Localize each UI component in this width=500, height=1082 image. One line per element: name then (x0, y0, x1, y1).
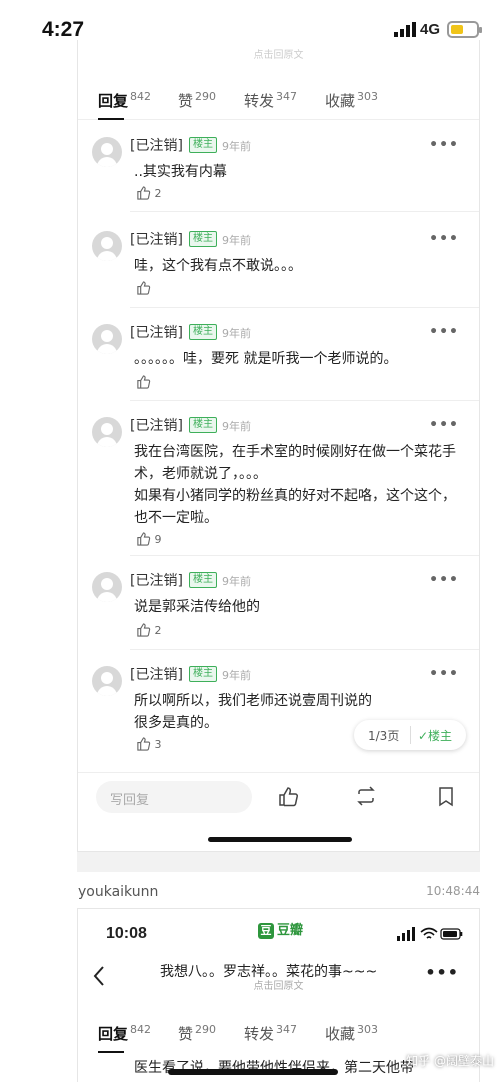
op-only-filter[interactable]: ✓楼主 (418, 727, 452, 744)
bottom-action-bar: 写回复 (78, 772, 479, 824)
comment-time: 9年前 (222, 575, 251, 588)
bookmark-icon[interactable] (435, 785, 457, 807)
tab-replies[interactable]: 回复 842 (98, 90, 151, 120)
thumbs-up-icon (137, 532, 151, 546)
comment-time: 9年前 (222, 669, 251, 682)
page-navigator: 1/3页 ✓楼主 (354, 720, 466, 750)
back-to-original-link[interactable]: 点击回原文 (78, 977, 479, 992)
comment-text: ..其实我有内幕 (134, 164, 227, 180)
like-count: 2 (154, 187, 162, 200)
more-options-icon[interactable]: ••• (429, 137, 459, 153)
post-tabs: 回复 842 赞 290 转发 347 收藏 303 (78, 80, 479, 120)
like-count: 9 (154, 533, 162, 546)
op-badge: 楼主 (189, 324, 217, 340)
like-button[interactable]: 9 (136, 531, 162, 546)
like-button[interactable]: 2 (136, 622, 162, 637)
tab-favorites[interactable]: 收藏 303 (325, 1023, 378, 1044)
more-options-icon[interactable]: ••• (429, 231, 459, 247)
douban-icon: 豆 (258, 923, 274, 939)
home-indicator (208, 837, 352, 842)
more-options-icon[interactable]: ••• (425, 963, 459, 982)
comment-time: 9年前 (222, 420, 251, 433)
tab-reposts[interactable]: 转发 347 (244, 90, 297, 111)
page-indicator[interactable]: 1/3页 (368, 727, 399, 744)
like-button[interactable] (136, 374, 151, 389)
like-button[interactable]: 3 (136, 736, 162, 751)
comment-text: 说是郭采洁传给他的 (134, 599, 260, 615)
thumbs-up-icon (137, 186, 151, 200)
more-options-icon[interactable]: ••• (429, 572, 459, 588)
op-badge: 楼主 (189, 417, 217, 433)
avatar[interactable] (92, 231, 122, 261)
avatar[interactable] (92, 137, 122, 167)
more-options-icon[interactable]: ••• (429, 417, 459, 433)
comment-text: 所以啊所以，我们老师还说壹周刊说的很多是真的。 (134, 693, 372, 731)
app-logo: 豆豆瓣 (258, 919, 303, 939)
comment-text: 。。。。。。哇，要死 就是听我一个老师说的。 (134, 351, 398, 367)
second-post-username[interactable]: youkaikunn (78, 884, 158, 900)
status-time: 10:08 (106, 925, 147, 942)
like-button[interactable] (136, 280, 151, 295)
post-tabs: 回复 842 赞 290 转发 347 收藏 303 (78, 1013, 479, 1053)
op-badge: 楼主 (189, 666, 217, 682)
comment-time: 9年前 (222, 140, 251, 153)
comment-author[interactable]: [已注销] (130, 664, 183, 684)
avatar[interactable] (92, 324, 122, 354)
watermark: 知乎 @阔壁泰山 (406, 1054, 494, 1068)
avatar[interactable] (92, 666, 122, 696)
comment-time: 9年前 (222, 234, 251, 247)
status-icons (397, 927, 463, 941)
op-badge: 楼主 (189, 572, 217, 588)
thumbs-up-icon (137, 623, 151, 637)
comment-author[interactable]: [已注销] (130, 229, 183, 249)
tab-favorites[interactable]: 收藏 303 (325, 90, 378, 111)
comment-text: 我在台湾医院，在手术室的时候刚好在做一个菜花手术，老师就说了，。。。 如果有小猪… (134, 444, 456, 526)
comment-author[interactable]: [已注销] (130, 135, 183, 155)
comment-text: 哇，这个我有点不敢说。。。 (134, 258, 302, 274)
like-icon[interactable] (277, 785, 299, 807)
thumbs-up-icon (137, 737, 151, 751)
reply-input[interactable]: 写回复 (96, 781, 252, 813)
comment-time: 9年前 (222, 327, 251, 340)
thumbs-up-icon (137, 281, 151, 295)
status-time: 4:27 (42, 18, 85, 41)
avatar[interactable] (92, 417, 122, 447)
second-post-timestamp: 10:48:44 (426, 884, 480, 898)
comment-author[interactable]: [已注销] (130, 415, 183, 435)
tab-reposts[interactable]: 转发 347 (244, 1023, 297, 1044)
like-count: 3 (154, 738, 162, 751)
battery-icon (447, 21, 482, 38)
more-options-icon[interactable]: ••• (429, 666, 459, 682)
comment-author[interactable]: [已注销] (130, 322, 183, 342)
op-badge: 楼主 (189, 137, 217, 153)
app-name: 豆瓣 (277, 923, 304, 938)
repost-icon[interactable] (355, 785, 377, 807)
thumbs-up-icon (137, 375, 151, 389)
tab-likes[interactable]: 赞 290 (178, 1023, 216, 1044)
avatar[interactable] (92, 572, 122, 602)
network-label: 4G (420, 21, 441, 38)
post-screenshot-card: 点击回原文 回复 842 赞 290 转发 347 收藏 303 [已注销] 楼主 9年… (77, 40, 480, 852)
tab-replies[interactable]: 回复 842 (98, 1023, 151, 1053)
faded-header-text: 点击回原文 (253, 50, 304, 61)
comment-author[interactable]: [已注销] (130, 570, 183, 590)
home-indicator (168, 1069, 338, 1075)
like-button[interactable]: 2 (136, 185, 162, 200)
section-divider (77, 852, 480, 872)
more-options-icon[interactable]: ••• (429, 324, 459, 340)
tab-likes[interactable]: 赞 290 (178, 90, 216, 111)
op-badge: 楼主 (189, 231, 217, 247)
signal-icon (394, 22, 416, 37)
like-count: 2 (154, 624, 162, 637)
